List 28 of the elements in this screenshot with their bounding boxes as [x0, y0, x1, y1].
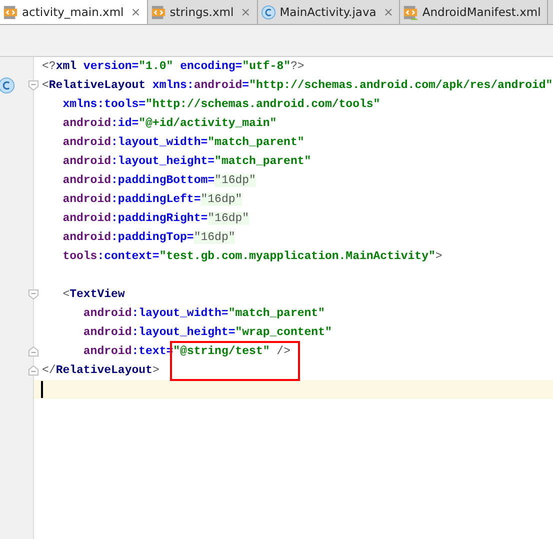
class-icon	[260, 4, 276, 20]
fold-icon[interactable]	[28, 289, 39, 300]
code-line: android:paddingLeft="16dp"	[62, 193, 242, 206]
file-tab[interactable]: activity_main.xml ×	[0, 0, 148, 24]
code-line: xmlns:tools="http://schemas.android.com/tools"	[62, 98, 380, 111]
code-line: <TextView	[62, 288, 125, 301]
code-line: android:layout_height="match_parent"	[62, 155, 312, 168]
text-cursor	[41, 381, 43, 398]
code-line: <?xml version="1.0" encoding="utf-8"?>	[42, 60, 304, 73]
code-line: android:id="@+id/activity_main"	[62, 117, 277, 130]
xml-file-icon	[150, 4, 166, 20]
code-line: tools:context="test.gb.com.myapplication.MainActivity">	[62, 250, 442, 263]
close-icon[interactable]: ×	[130, 5, 141, 19]
code-line: android:layout_width="match_parent"	[82, 307, 325, 320]
code-line: android:layout_width="match_parent"	[62, 136, 304, 149]
code-line: android:paddingBottom="16dp"	[62, 174, 256, 187]
code-line: </RelativeLayout>	[42, 364, 160, 377]
code-line: android:paddingTop="16dp"	[62, 231, 236, 244]
fold-icon[interactable]	[28, 365, 39, 376]
class-icon[interactable]	[0, 77, 15, 94]
fold-icon[interactable]	[28, 80, 39, 91]
code-line: android:paddingRight="16dp"	[62, 212, 250, 225]
fold-icon[interactable]	[28, 346, 39, 357]
xml-file-icon	[3, 4, 18, 20]
code-line: android:layout_height="wrap_content"	[82, 326, 332, 339]
code-line: <RelativeLayout xmlns:android="http://schemas.android.com/apk/res/android"	[42, 79, 553, 92]
android-file-icon	[403, 4, 418, 20]
file-tab[interactable]: MainActivity.java ×	[258, 0, 400, 24]
